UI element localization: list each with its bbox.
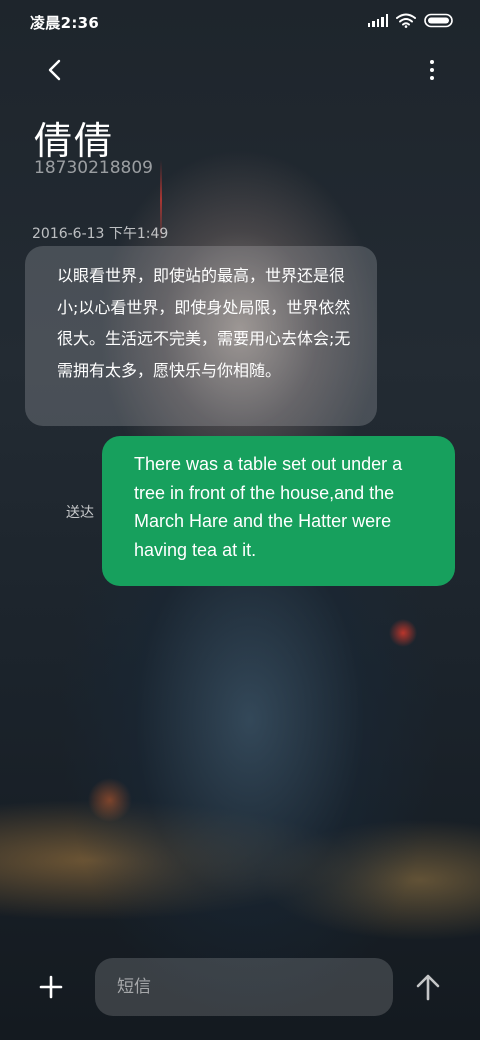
contact-number: 18730218809 — [34, 158, 153, 178]
wifi-icon — [396, 13, 416, 28]
message-timestamp: 2016-6-13 下午1:49 — [32, 226, 169, 242]
plus-icon — [39, 975, 63, 999]
more-vertical-icon — [430, 60, 434, 80]
outgoing-message-bubble[interactable]: There was a table set out under a tree i… — [102, 436, 455, 586]
incoming-message-text: 以眼看世界，即使站的最高，世界还是很小;以心看世界，即使身处局限，世界依然很大。… — [57, 266, 351, 380]
contact-name: 倩倩 — [34, 119, 115, 163]
back-arrow-icon — [48, 59, 61, 81]
back-button[interactable] — [38, 54, 70, 86]
incoming-message-bubble[interactable]: 以眼看世界，即使站的最高，世界还是很小;以心看世界，即使身处局限，世界依然很大。… — [25, 246, 377, 426]
status-icons — [367, 13, 455, 28]
battery-icon — [424, 13, 453, 28]
add-attachment-button[interactable] — [30, 966, 72, 1008]
delivery-status: 送达 — [66, 505, 94, 521]
status-bar: 凌晨2:36 — [0, 0, 480, 44]
send-button[interactable] — [408, 966, 448, 1008]
status-time: 凌晨2:36 — [30, 14, 100, 32]
send-arrow-icon — [416, 974, 440, 1001]
message-input[interactable] — [95, 958, 393, 1016]
outgoing-message-text: There was a table set out under a tree i… — [134, 454, 403, 560]
more-options-button[interactable] — [422, 54, 442, 86]
signal-icon — [367, 14, 388, 27]
